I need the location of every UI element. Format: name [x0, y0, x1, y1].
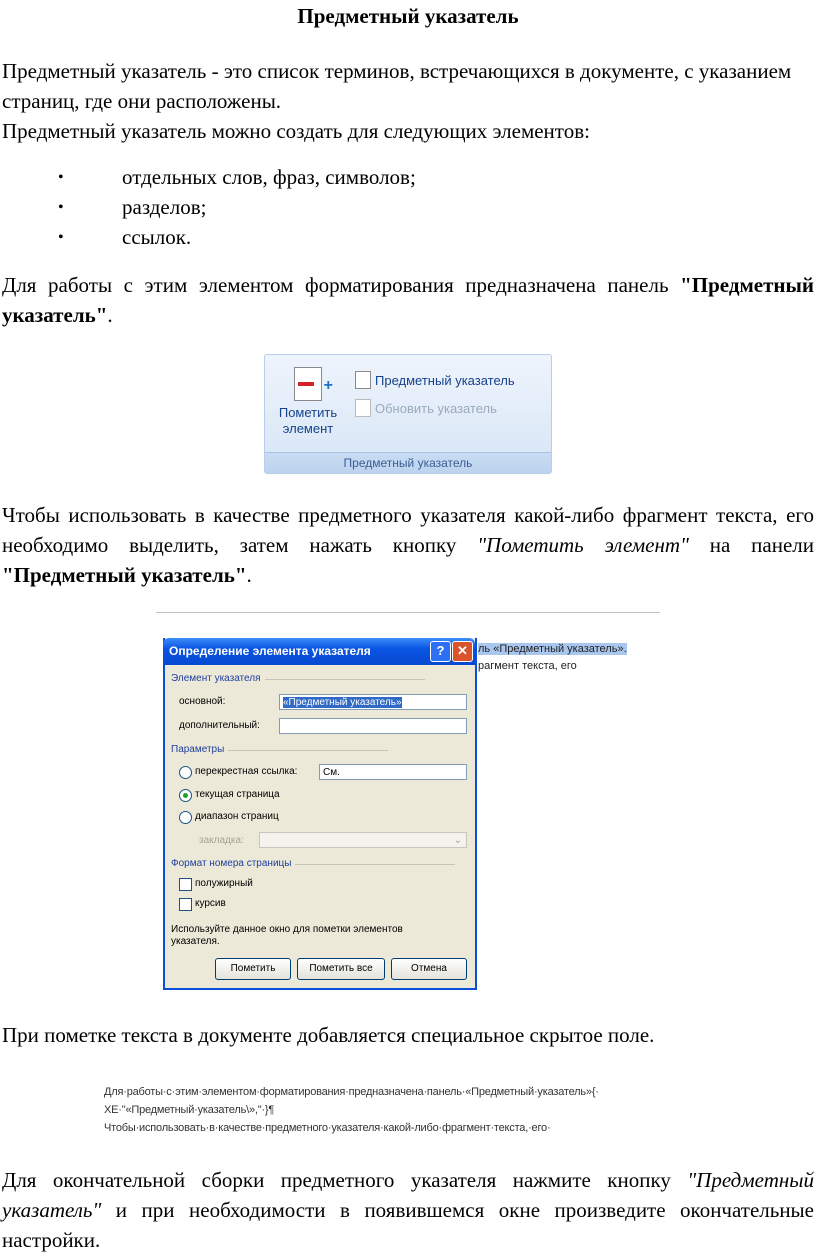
mark-index-entry-dialog: Определение элемента указателя ? ✕ Элеме…: [163, 638, 477, 990]
current-page-radio[interactable]: [179, 789, 192, 802]
close-icon[interactable]: ✕: [452, 641, 473, 662]
cross-reference-label: перекрестная ссылка:: [195, 766, 298, 777]
cross-reference-radio[interactable]: [179, 766, 192, 779]
mark-entry-label: Пометить элемент: [278, 405, 338, 436]
group-options: Параметры: [171, 744, 390, 755]
group-index-entry: Элемент указателя: [171, 673, 424, 684]
bg-doc-text: ль «Предметный указатель».: [478, 643, 627, 655]
subentry-field[interactable]: [279, 718, 467, 734]
panel-paragraph: Для работы с этим элементом форматирован…: [2, 270, 814, 330]
bookmark-label: закладка:: [199, 835, 244, 846]
intro-line2: Предметный указатель можно создать для с…: [2, 119, 590, 143]
current-page-label: текущая страница: [195, 789, 280, 800]
chevron-down-icon: ⌄: [453, 835, 462, 846]
update-index-icon: [355, 399, 371, 417]
intro-line1: Предметный указатель - это список термин…: [2, 59, 792, 113]
page-range-radio[interactable]: [179, 811, 192, 824]
page-range-label: диапазон страниц: [195, 811, 279, 822]
subentry-label: дополнительный:: [179, 720, 260, 731]
main-entry-label: основной:: [179, 696, 226, 707]
screenshot-divider: [156, 612, 660, 613]
list-item: ссылок.: [0, 222, 416, 253]
cross-reference-field[interactable]: См.: [319, 764, 467, 780]
update-index-label: Обновить указатель: [375, 400, 497, 416]
hidden-field-paragraph: При пометке текста в документе добавляет…: [2, 1023, 655, 1047]
insert-index-button[interactable]: Предметный указатель: [355, 371, 515, 389]
bold-label: полужирный: [195, 878, 253, 889]
group-page-format: Формат номера страницы: [171, 858, 457, 869]
ribbon-group-label: Предметный указатель: [265, 452, 551, 473]
panel-para-end: .: [107, 303, 113, 327]
dialog-hint: Используйте данное окно для пометки элем…: [171, 924, 403, 947]
bullet-list: отдельных слов, фраз, символов; разделов…: [0, 162, 416, 253]
cancel-button[interactable]: Отмена: [391, 958, 467, 980]
final-para-text1: Для окончательной сборки предметного ука…: [2, 1168, 688, 1192]
bold-checkbox[interactable]: [179, 878, 192, 891]
insert-index-label: Предметный указатель: [375, 372, 515, 388]
main-entry-field[interactable]: «Предметный указатель»: [279, 694, 467, 710]
final-para-text2: и при необходимости в появившемся окне п…: [2, 1198, 814, 1252]
hidden-field-line1: Для·работы·с·этим·элементом·форматирован…: [104, 1086, 599, 1098]
hidden-field-line2: XE·"«Предметный·указатель\»,"·}¶: [104, 1104, 275, 1116]
mark-button[interactable]: Пометить: [215, 958, 291, 980]
bg-doc-text: рагмент текста, его: [478, 660, 577, 672]
mark-paragraph: Чтобы использовать в качестве предметног…: [2, 500, 814, 590]
dialog-title: Определение элемента указателя: [163, 638, 475, 665]
final-paragraph: Для окончательной сборки предметного ука…: [2, 1165, 814, 1255]
mark-para-bold: "Предметный указатель": [2, 563, 247, 587]
intro-paragraph: Предметный указатель - это список термин…: [2, 56, 814, 146]
mark-para-end: .: [246, 563, 252, 587]
help-icon[interactable]: ?: [430, 641, 451, 662]
italic-label: курсив: [195, 898, 226, 909]
mark-all-button[interactable]: Пометить все: [297, 958, 385, 980]
mark-entry-button[interactable]: + Пометить элемент: [273, 363, 343, 437]
bookmark-select[interactable]: ⌄: [259, 832, 467, 848]
update-index-button[interactable]: Обновить указатель: [355, 399, 497, 417]
ribbon-group: + Пометить элемент Предметный указатель …: [264, 354, 552, 474]
hidden-field-line3: Чтобы·использовать·в·качестве·предметног…: [104, 1122, 551, 1134]
list-item: отдельных слов, фраз, символов;: [0, 162, 416, 193]
mark-para-italic: "Пометить элемент": [477, 533, 689, 557]
italic-checkbox[interactable]: [179, 898, 192, 911]
mark-entry-icon: +: [294, 367, 333, 401]
index-icon: [355, 371, 371, 389]
panel-para-text: Для работы с этим элементом форматирован…: [2, 273, 681, 297]
page-title: Предметный указатель: [297, 4, 519, 28]
list-item: разделов;: [0, 192, 416, 223]
mark-para-mid: на панели: [688, 533, 814, 557]
